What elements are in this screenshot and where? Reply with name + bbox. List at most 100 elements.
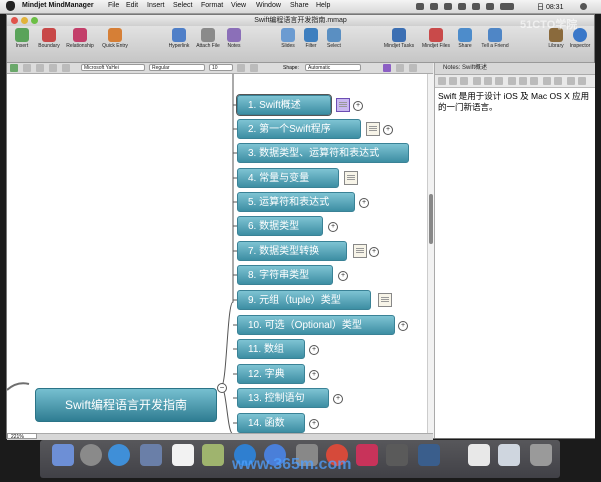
insert-button[interactable]: Insert xyxy=(11,28,33,49)
expand-topic-8-icon[interactable]: + xyxy=(338,271,348,281)
note-icon[interactable] xyxy=(366,122,380,136)
topic-10[interactable]: 10. 可选（Optional）类型 xyxy=(237,315,395,335)
media-player-icon[interactable] xyxy=(386,444,408,466)
calendar-icon[interactable] xyxy=(172,444,194,466)
minimize-window-icon[interactable] xyxy=(21,17,28,24)
select-button[interactable]: Select xyxy=(323,28,345,49)
filter-button[interactable]: Filter xyxy=(301,28,321,49)
finder-icon[interactable] xyxy=(52,444,74,466)
add-topic-icon[interactable] xyxy=(10,64,18,72)
tell-a-friend-button[interactable]: Tell a Friend xyxy=(477,28,513,49)
text-color-icon[interactable] xyxy=(237,64,245,72)
sync-icon[interactable] xyxy=(430,3,438,10)
menu-window[interactable]: Window xyxy=(256,2,281,9)
collapse-central-icon[interactable]: − xyxy=(217,383,227,393)
shape-fill-icon[interactable] xyxy=(62,64,70,72)
wifi-icon[interactable] xyxy=(472,3,480,10)
record-icon[interactable] xyxy=(444,3,452,10)
expand-topic-2-icon[interactable]: + xyxy=(383,125,393,135)
note-icon[interactable] xyxy=(344,171,358,185)
menubar-clock[interactable]: 日 08:31 xyxy=(537,2,563,12)
expand-topic-7-icon[interactable]: + xyxy=(369,247,379,257)
font-icon[interactable] xyxy=(438,77,446,85)
slides-button[interactable]: Slides xyxy=(277,28,299,49)
expand-topic-11-icon[interactable]: + xyxy=(309,345,319,355)
menu-insert[interactable]: Insert xyxy=(147,2,165,9)
expand-topic-12-icon[interactable]: + xyxy=(309,370,319,380)
bold-icon[interactable] xyxy=(473,77,481,85)
link-icon[interactable] xyxy=(409,64,417,72)
menu-file[interactable]: File xyxy=(108,2,119,9)
photos-icon[interactable] xyxy=(202,444,224,466)
topic-5[interactable]: 5. 运算符和表达式 xyxy=(237,192,355,212)
notes-toggle-icon[interactable] xyxy=(383,64,391,72)
attach-file-button[interactable]: Attach File xyxy=(193,28,223,49)
topic-4[interactable]: 4. 常量与变量 xyxy=(237,168,339,188)
spotlight-icon[interactable] xyxy=(580,3,587,10)
boundary-button[interactable]: Boundary xyxy=(35,28,63,49)
mindjet-files-button[interactable]: Mindjet Files xyxy=(419,28,453,49)
menu-view[interactable]: View xyxy=(231,2,246,9)
menu-select[interactable]: Select xyxy=(173,2,192,9)
mindjet-tasks-button[interactable]: Mindjet Tasks xyxy=(381,28,417,49)
expand-topic-14-icon[interactable]: + xyxy=(309,419,319,429)
trash-icon[interactable] xyxy=(530,444,552,466)
quicktime-icon[interactable] xyxy=(418,444,440,466)
menu-format[interactable]: Format xyxy=(201,2,223,9)
mindmanager-dock-icon[interactable] xyxy=(356,444,378,466)
bluetooth-icon[interactable] xyxy=(458,3,466,10)
topic-11[interactable]: 11. 数组 xyxy=(237,339,305,359)
map-canvas[interactable]: Swift编程语言开发指南 − 1. Swift概述 + 2. 第一个Swift… xyxy=(7,74,433,433)
font-family-select[interactable]: Microsoft YaHei xyxy=(81,64,145,71)
volume-icon[interactable] xyxy=(486,3,494,10)
italic-icon[interactable] xyxy=(484,77,492,85)
topic-2[interactable]: 2. 第一个Swift程序 xyxy=(237,119,361,139)
highlight-icon[interactable] xyxy=(460,77,468,85)
battery-icon[interactable] xyxy=(500,3,514,10)
topic-8[interactable]: 8. 字符串类型 xyxy=(237,265,333,285)
menu-share[interactable]: Share xyxy=(290,2,309,9)
alignment-icon[interactable] xyxy=(250,64,258,72)
zoom-window-icon[interactable] xyxy=(31,17,38,24)
scroll-thumb[interactable] xyxy=(429,194,433,244)
note-icon[interactable] xyxy=(378,293,392,307)
table-icon[interactable] xyxy=(567,77,575,85)
expand-topic-13-icon[interactable]: + xyxy=(333,394,343,404)
topic-3[interactable]: 3. 数据类型、运算符和表达式 xyxy=(237,143,409,163)
menu-edit[interactable]: Edit xyxy=(126,2,138,9)
expand-topic-5-icon[interactable]: + xyxy=(359,198,369,208)
share-button[interactable]: Share xyxy=(455,28,475,49)
topic-7[interactable]: 7. 数据类型转换 xyxy=(237,241,347,261)
notes-text[interactable]: Swift 是用于设计 iOS 及 Mac OS X 应用的一门新语言。 xyxy=(435,88,595,116)
topic-13[interactable]: 13. 控制语句 xyxy=(237,388,329,408)
note-icon[interactable] xyxy=(353,244,367,258)
zoom-level[interactable]: 221% xyxy=(7,433,37,440)
topic-6[interactable]: 6. 数据类型 xyxy=(237,216,323,236)
quick-entry-button[interactable]: Quick Entry xyxy=(99,28,131,49)
align-center-icon[interactable] xyxy=(519,77,527,85)
topic-12[interactable]: 12. 字典 xyxy=(237,364,305,384)
topic-9[interactable]: 9. 元组（tuple）类型 xyxy=(237,290,371,310)
font-style-select[interactable]: Regular xyxy=(149,64,205,71)
relationship-button[interactable]: Relationship xyxy=(63,28,97,49)
hyperlink-button[interactable]: Hyperlink xyxy=(165,28,193,49)
numbered-list-icon[interactable] xyxy=(554,77,562,85)
expand-topic-10-icon[interactable]: + xyxy=(398,321,408,331)
vertical-scrollbar[interactable] xyxy=(427,74,434,433)
font-size-select[interactable]: 10 xyxy=(209,64,233,71)
launchpad-icon[interactable] xyxy=(80,444,102,466)
align-right-icon[interactable] xyxy=(530,77,538,85)
document-icon[interactable] xyxy=(468,444,490,466)
app-name[interactable]: Mindjet MindManager xyxy=(22,2,94,9)
notes-button[interactable]: Notes xyxy=(223,28,245,49)
shape-select[interactable]: Automatic xyxy=(305,64,361,71)
fill-color-icon[interactable] xyxy=(36,64,44,72)
topic-14[interactable]: 14. 函数 xyxy=(237,413,305,433)
mail-icon[interactable] xyxy=(140,444,162,466)
line-style-icon[interactable] xyxy=(23,64,31,72)
expand-topic-1-icon[interactable]: + xyxy=(353,101,363,111)
history-icon[interactable] xyxy=(396,64,404,72)
line-color-icon[interactable] xyxy=(49,64,57,72)
expand-topic-6-icon[interactable]: + xyxy=(328,222,338,232)
note-icon[interactable] xyxy=(336,98,350,112)
